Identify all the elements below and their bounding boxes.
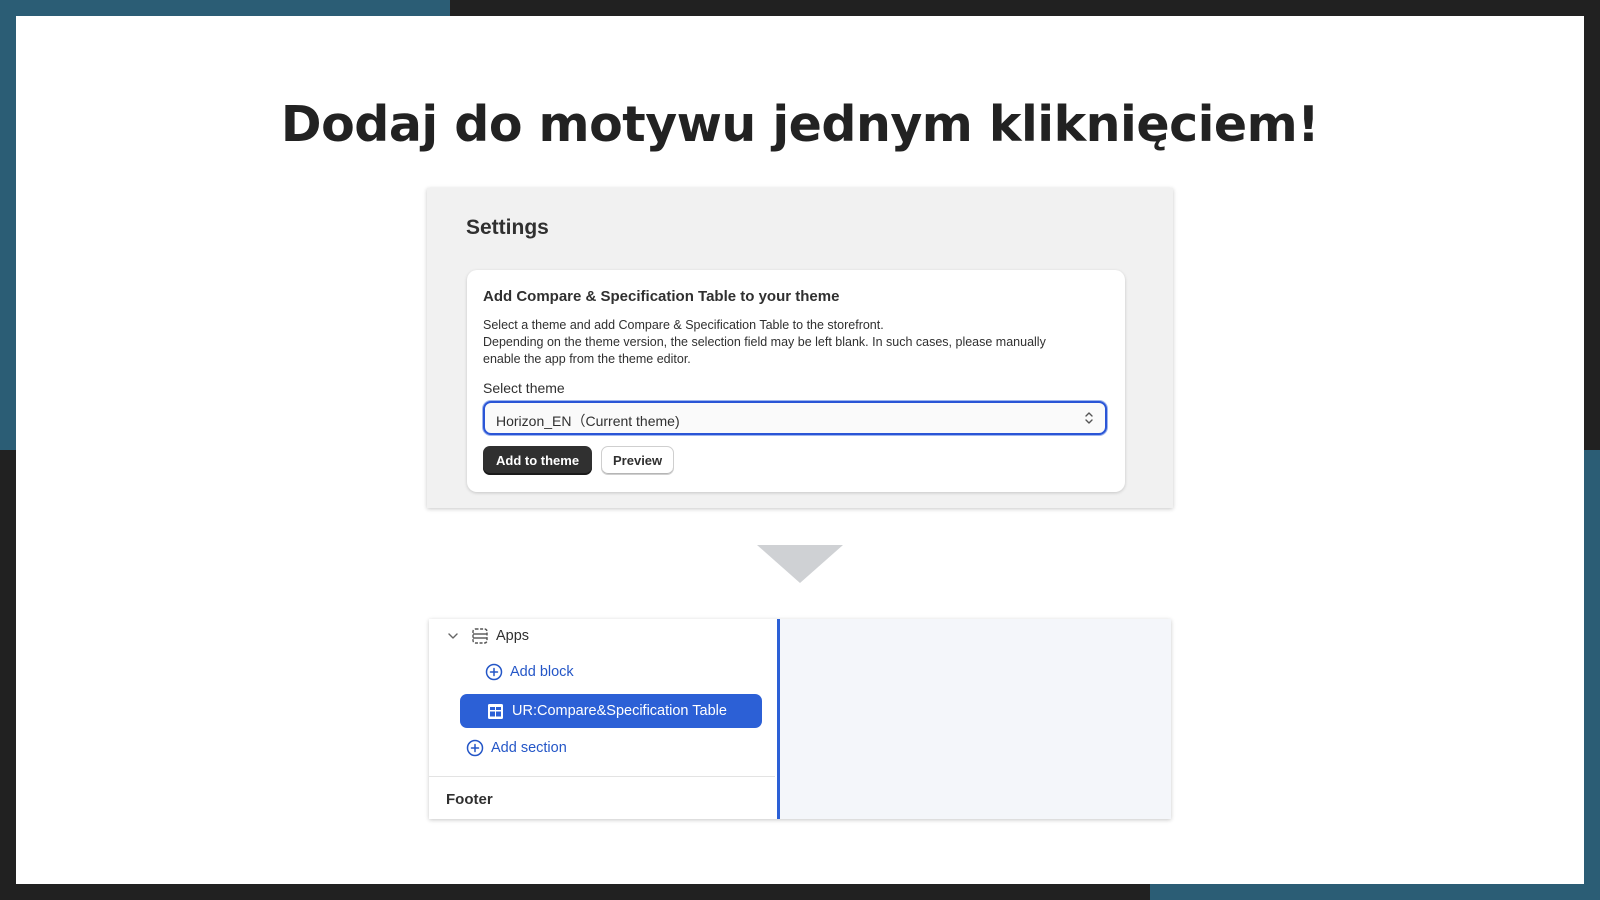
compare-table-block[interactable]: UR:Compare&Specification Table [460, 694, 762, 728]
card-description: Select a theme and add Compare & Specifi… [483, 317, 1111, 368]
description-line: Select a theme and add Compare & Specifi… [483, 318, 884, 332]
card-title: Add Compare & Specification Table to you… [483, 288, 840, 305]
select-chevron-icon [1085, 412, 1093, 424]
add-section-label: Add section [491, 740, 567, 756]
plus-circle-icon [466, 739, 484, 757]
add-block-label: Add block [510, 664, 574, 680]
description-line: enable the app from the theme editor. [483, 352, 691, 366]
add-to-theme-button[interactable]: Add to theme [483, 446, 593, 475]
apps-group[interactable]: Apps [447, 626, 529, 646]
plus-circle-icon [485, 663, 503, 681]
compare-table-block-label: UR:Compare&Specification Table [512, 703, 727, 719]
add-block-button[interactable]: Add block [485, 661, 574, 683]
theme-editor-panel: Apps Add block UR:Compare&Specification … [429, 619, 1171, 819]
divider [429, 776, 775, 777]
apps-section-icon [472, 628, 488, 644]
slide-title: Dodaj do motywu jednym kliknięciem! [280, 96, 1320, 153]
preview-button[interactable]: Preview [601, 446, 675, 475]
footer-section-label[interactable]: Footer [446, 791, 493, 808]
select-theme-label: Select theme [483, 380, 565, 396]
down-arrow-icon [757, 545, 843, 583]
chevron-down-icon[interactable] [447, 630, 459, 642]
apps-label: Apps [496, 628, 530, 644]
settings-heading: Settings [466, 216, 549, 239]
add-section-button[interactable]: Add section [466, 737, 567, 759]
table-icon [488, 703, 503, 719]
settings-panel: Settings Add Compare & Specification Tab… [427, 188, 1173, 508]
preview-area [780, 619, 1171, 819]
description-line: Depending on the theme version, the sele… [483, 335, 1046, 349]
theme-select-value: Horizon_EN（Current theme) [496, 413, 680, 429]
theme-select[interactable]: Horizon_EN（Current theme) [483, 401, 1107, 435]
add-to-theme-card: Add Compare & Specification Table to you… [467, 270, 1125, 492]
editor-sidebar: Apps Add block UR:Compare&Specification … [429, 619, 775, 819]
